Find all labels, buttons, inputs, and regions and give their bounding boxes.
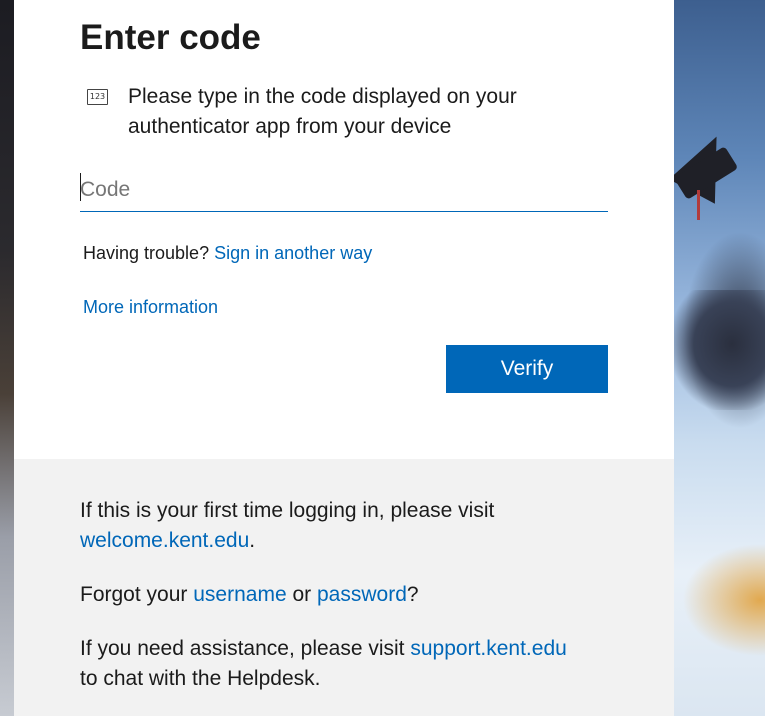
background-dark-cap (672, 290, 765, 410)
password-link[interactable]: password (317, 583, 407, 606)
assistance-label: If you need assistance, please visit (80, 637, 405, 660)
first-time-login-text: If this is your first time logging in, p… (80, 496, 640, 556)
first-time-label: If this is your first time logging in, p… (80, 499, 495, 522)
forgot-credentials-text: Forgot your username or password? (80, 580, 640, 610)
sign-in-another-way-link[interactable]: Sign in another way (214, 243, 372, 263)
support-link[interactable]: support.kent.edu (410, 637, 566, 660)
assistance-text: If you need assistance, please visit sup… (80, 634, 640, 694)
username-link[interactable]: username (193, 583, 286, 606)
forgot-label: Forgot your (80, 583, 188, 606)
helpdesk-label: to chat with the Helpdesk. (80, 667, 321, 690)
number-pad-icon: 123 (87, 89, 108, 105)
help-footer: If this is your first time logging in, p… (14, 459, 674, 716)
background-photo-left-edge (0, 0, 14, 716)
text-caret (80, 173, 81, 201)
instruction-text: Please type in the code displayed on you… (128, 85, 517, 138)
welcome-link[interactable]: welcome.kent.edu (80, 529, 249, 552)
forgot-or-label: or (292, 583, 312, 606)
graduation-cap-tassel (697, 190, 700, 220)
page-title: Enter code (80, 18, 261, 57)
code-input[interactable] (80, 168, 608, 212)
trouble-label: Having trouble? (83, 243, 210, 263)
forgot-suffix: ? (406, 583, 419, 606)
verify-button[interactable]: Verify (446, 345, 608, 393)
welcome-suffix: . (249, 529, 256, 552)
trouble-row: Having trouble? Sign in another way (83, 241, 372, 265)
signin-card: Enter code 123 Please type in the code d… (14, 0, 674, 459)
more-information-link[interactable]: More information (83, 295, 218, 319)
